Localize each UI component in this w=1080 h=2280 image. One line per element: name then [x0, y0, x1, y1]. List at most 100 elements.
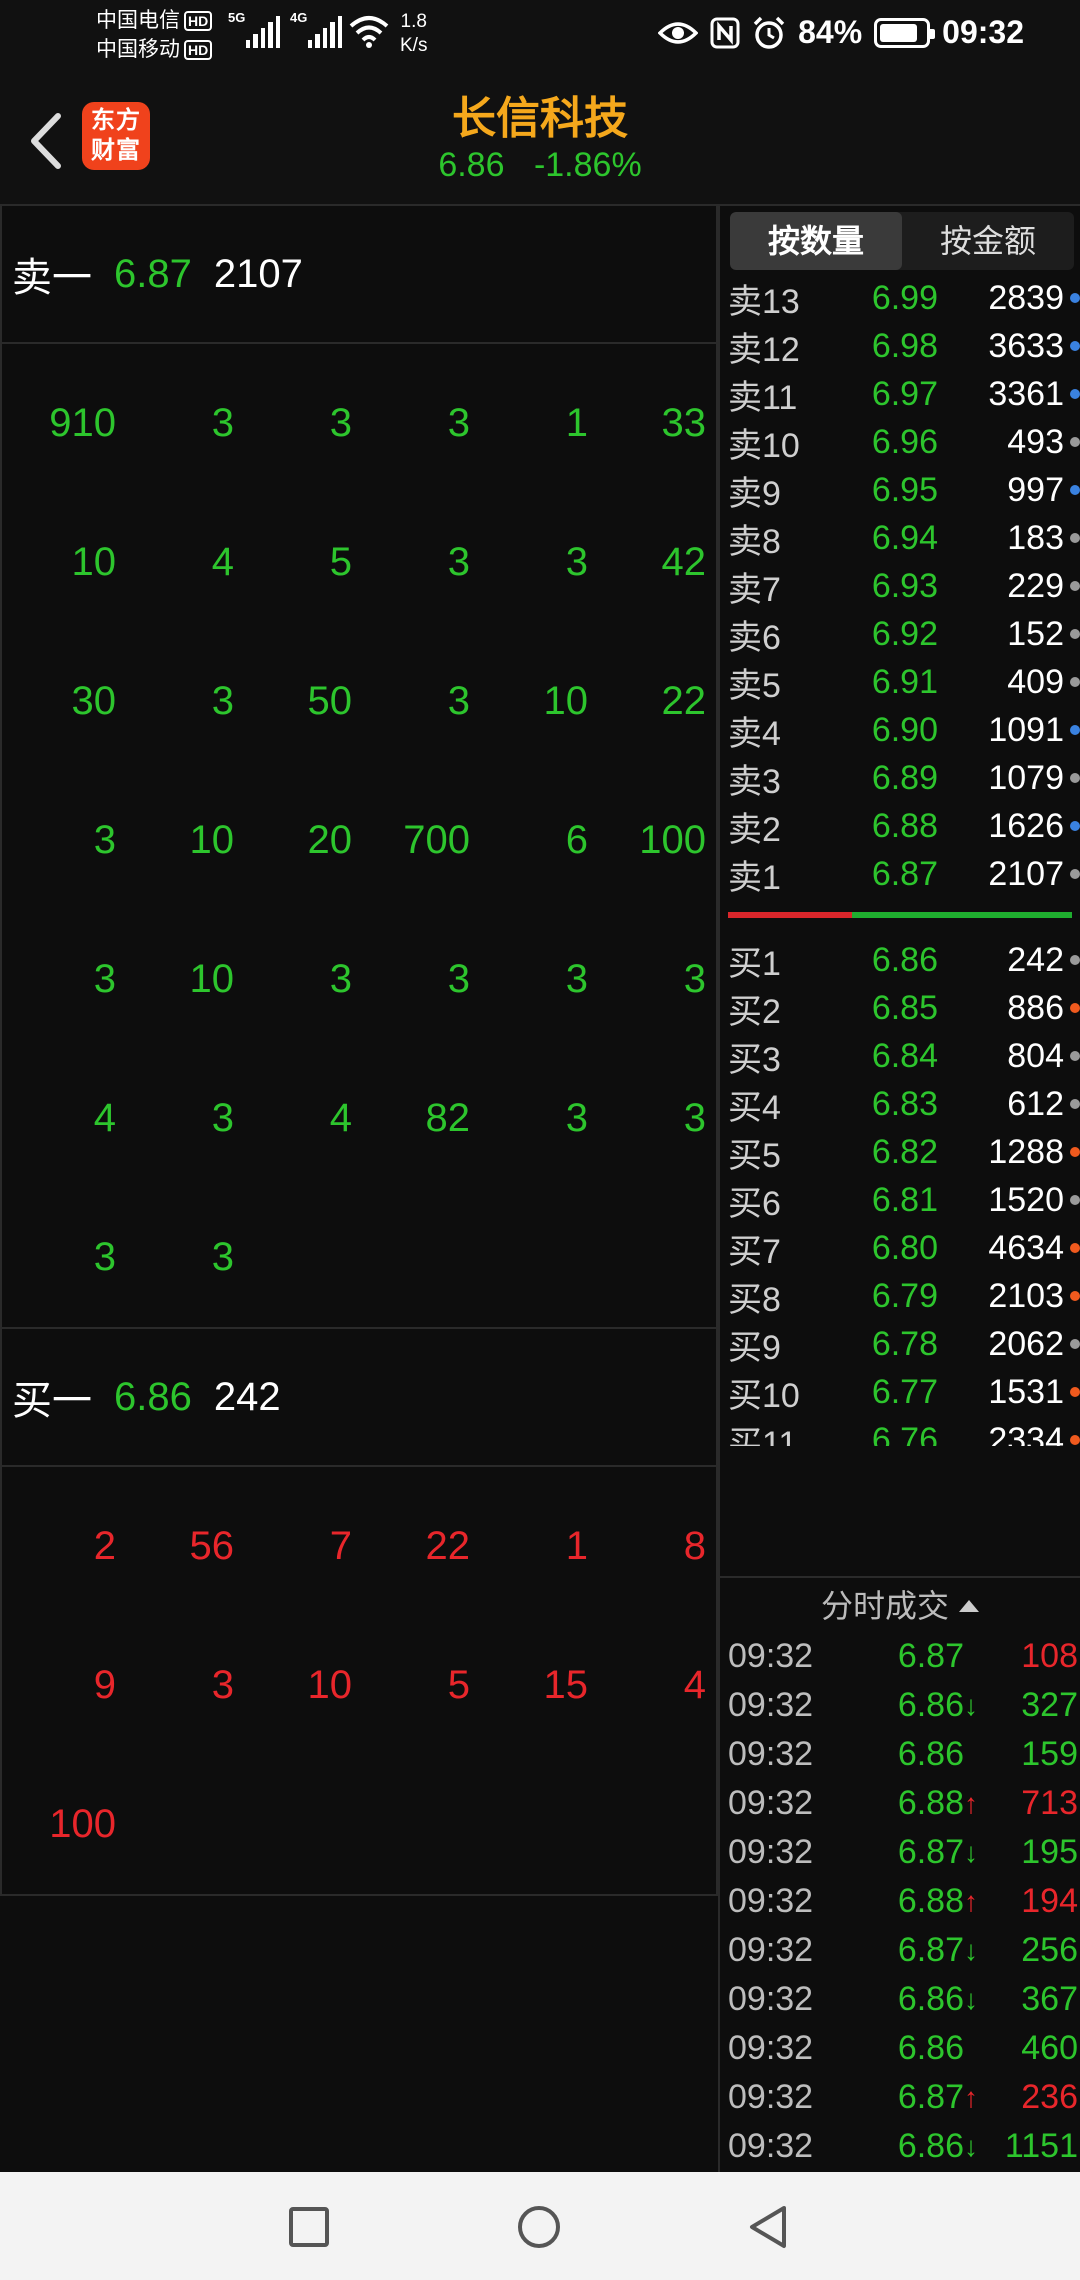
trade-time: 09:32: [728, 2127, 814, 2165]
queue-order-volume: 3: [211, 1663, 234, 1707]
stock-name: 长信科技: [452, 94, 628, 143]
ask-label: 卖3: [728, 762, 781, 801]
trade-volume: 327: [1021, 1686, 1078, 1724]
trade-volume: 236: [1021, 2078, 1078, 2116]
trade-direction-icon: ↑: [964, 1885, 978, 1917]
trade-direction-icon: ↑: [964, 1787, 978, 1819]
system-nav-bar: [0, 2172, 1080, 2280]
battery-icon: [874, 17, 936, 48]
depth-tabs: 按数量 按金额: [730, 212, 1074, 270]
ask-row[interactable]: 卖1 6.87 2107: [720, 850, 1080, 898]
ask-label: 卖2: [728, 810, 781, 849]
bid-volume: 1531: [988, 1372, 1064, 1411]
ask-row[interactable]: 卖4 6.90 1091: [720, 706, 1080, 754]
trade-time: 09:32: [728, 1833, 814, 1871]
bid-row[interactable]: 买9 6.78 2062: [720, 1320, 1080, 1368]
ask-label: 卖10: [728, 426, 800, 465]
tab-by-volume[interactable]: 按数量: [730, 212, 902, 270]
order-source-dot: [1070, 821, 1080, 831]
bid-label: 买9: [728, 1328, 781, 1367]
queue-order-volume: 2: [93, 1524, 116, 1568]
bid-row[interactable]: 买11 6.76 2334: [720, 1416, 1080, 1446]
bid-row[interactable]: 买8 6.79 2103: [720, 1272, 1080, 1320]
ask-label: 卖11: [728, 378, 798, 417]
ask-row[interactable]: 卖11 6.97 3361: [720, 370, 1080, 418]
trade-row: 09:32 6.86 ↓ 367: [720, 1975, 1080, 2024]
bid-row[interactable]: 买5 6.82 1288: [720, 1128, 1080, 1176]
trade-list[interactable]: 09:32 6.87 108 09:32 6.86 ↓ 327 09:32 6.86 159 09:…: [718, 1632, 1080, 2172]
recent-apps-icon[interactable]: [286, 2204, 332, 2250]
order-source-dot: [1070, 1435, 1080, 1445]
trade-direction-icon: ↑: [964, 2081, 978, 2113]
order-source-dot: [1070, 485, 1080, 495]
trade-time: 09:32: [728, 1784, 814, 1822]
bid-row[interactable]: 买2 6.85 886: [720, 984, 1080, 1032]
ask-row[interactable]: 卖3 6.89 1079: [720, 754, 1080, 802]
ask-row[interactable]: 卖12 6.98 3633: [720, 322, 1080, 370]
alarm-icon: [753, 16, 785, 49]
queue-order-volume: 10: [71, 540, 117, 584]
ask-volume: 1079: [988, 758, 1064, 797]
order-source-dot: [1070, 533, 1080, 543]
bid-volume: 2334: [988, 1420, 1064, 1447]
queue-order-volume: 10: [307, 1663, 353, 1707]
queue-order-volume: 3: [565, 1096, 588, 1140]
queue-order-volume: 3: [447, 679, 470, 723]
bid-price: 6.85: [871, 988, 938, 1027]
ask-row[interactable]: 卖8 6.94 183: [720, 514, 1080, 562]
status-bar: 中国电信 HD 中国移动 HD 5G 4G 1.8 K/s 84% 09:32: [0, 0, 1080, 72]
order-source-dot: [1070, 869, 1080, 879]
trades-toggle[interactable]: 分时成交: [718, 1576, 1080, 1632]
trade-row: 09:32 6.87 ↑ 236: [720, 2073, 1080, 2122]
order-source-dot: [1070, 1387, 1080, 1397]
tab-by-amount[interactable]: 按金额: [902, 212, 1074, 270]
home-icon[interactable]: [516, 2204, 562, 2250]
ask-row[interactable]: 卖5 6.91 409: [720, 658, 1080, 706]
trade-volume: 1151: [1004, 2127, 1078, 2165]
trade-price: 6.86: [897, 2127, 964, 2165]
trade-volume: 194: [1021, 1882, 1078, 1920]
queue-order-volume: 82: [425, 1096, 471, 1140]
bid-price: 6.76: [871, 1420, 938, 1447]
queue-order-volume: 3: [565, 957, 588, 1001]
queue-order-volume: 10: [189, 818, 235, 862]
trade-row: 09:32 6.86 ↓ 327: [720, 1681, 1080, 1730]
bid-row[interactable]: 买6 6.81 1520: [720, 1176, 1080, 1224]
status-right: 84% 09:32: [658, 14, 1024, 51]
bid-row[interactable]: 买4 6.83 612: [720, 1080, 1080, 1128]
back-nav-icon[interactable]: [746, 2204, 792, 2250]
order-source-dot: [1070, 1003, 1080, 1013]
bid-row[interactable]: 买10 6.77 1531: [720, 1368, 1080, 1416]
ask-row[interactable]: 卖10 6.96 493: [720, 418, 1080, 466]
bid-volume: 1520: [988, 1180, 1064, 1219]
bid-row[interactable]: 买7 6.80 4634: [720, 1224, 1080, 1272]
ask-row[interactable]: 卖13 6.99 2839: [720, 274, 1080, 322]
bid-label: 买10: [728, 1376, 800, 1415]
queue-order-volume: 3: [447, 540, 470, 584]
ask-row[interactable]: 卖7 6.93 229: [720, 562, 1080, 610]
wifi-icon: [349, 16, 389, 48]
order-source-dot: [1070, 581, 1080, 591]
depth-list[interactable]: 卖13 6.99 2839 卖12 6.98 3633 卖11 6.97 3361 卖10 6.96…: [720, 274, 1080, 1446]
bid-label: 买4: [728, 1088, 781, 1127]
sell-order-grid: 910 3 3 3 1 33 10 4 5 3 3 42 30 3 50 3 10 22 3 10 20 700 6 100 3…: [2, 344, 716, 1329]
ask-price: 6.90: [871, 710, 938, 749]
ask-row[interactable]: 卖2 6.88 1626: [720, 802, 1080, 850]
battery-percent: 84%: [798, 14, 863, 50]
ask-row[interactable]: 卖6 6.92 152: [720, 610, 1080, 658]
bid-row[interactable]: 买1 6.86 242: [720, 936, 1080, 984]
ask-volume: 1626: [988, 806, 1064, 845]
trade-direction-icon: ↓: [964, 1689, 978, 1721]
order-source-dot: [1070, 1051, 1080, 1061]
bid-row[interactable]: 买3 6.84 804: [720, 1032, 1080, 1080]
trade-price: 6.87: [897, 2078, 964, 2116]
trade-time: 09:32: [728, 2078, 814, 2116]
ask-price: 6.99: [871, 278, 938, 317]
order-source-dot: [1070, 1339, 1080, 1349]
bid-label: 买1: [728, 944, 781, 983]
queue-order-volume: 4: [211, 540, 234, 584]
signal-4g-icon: 4G: [290, 10, 343, 48]
queue-order-volume: 3: [565, 540, 588, 584]
ask-row[interactable]: 卖9 6.95 997: [720, 466, 1080, 514]
ask-label: 卖8: [728, 522, 781, 561]
